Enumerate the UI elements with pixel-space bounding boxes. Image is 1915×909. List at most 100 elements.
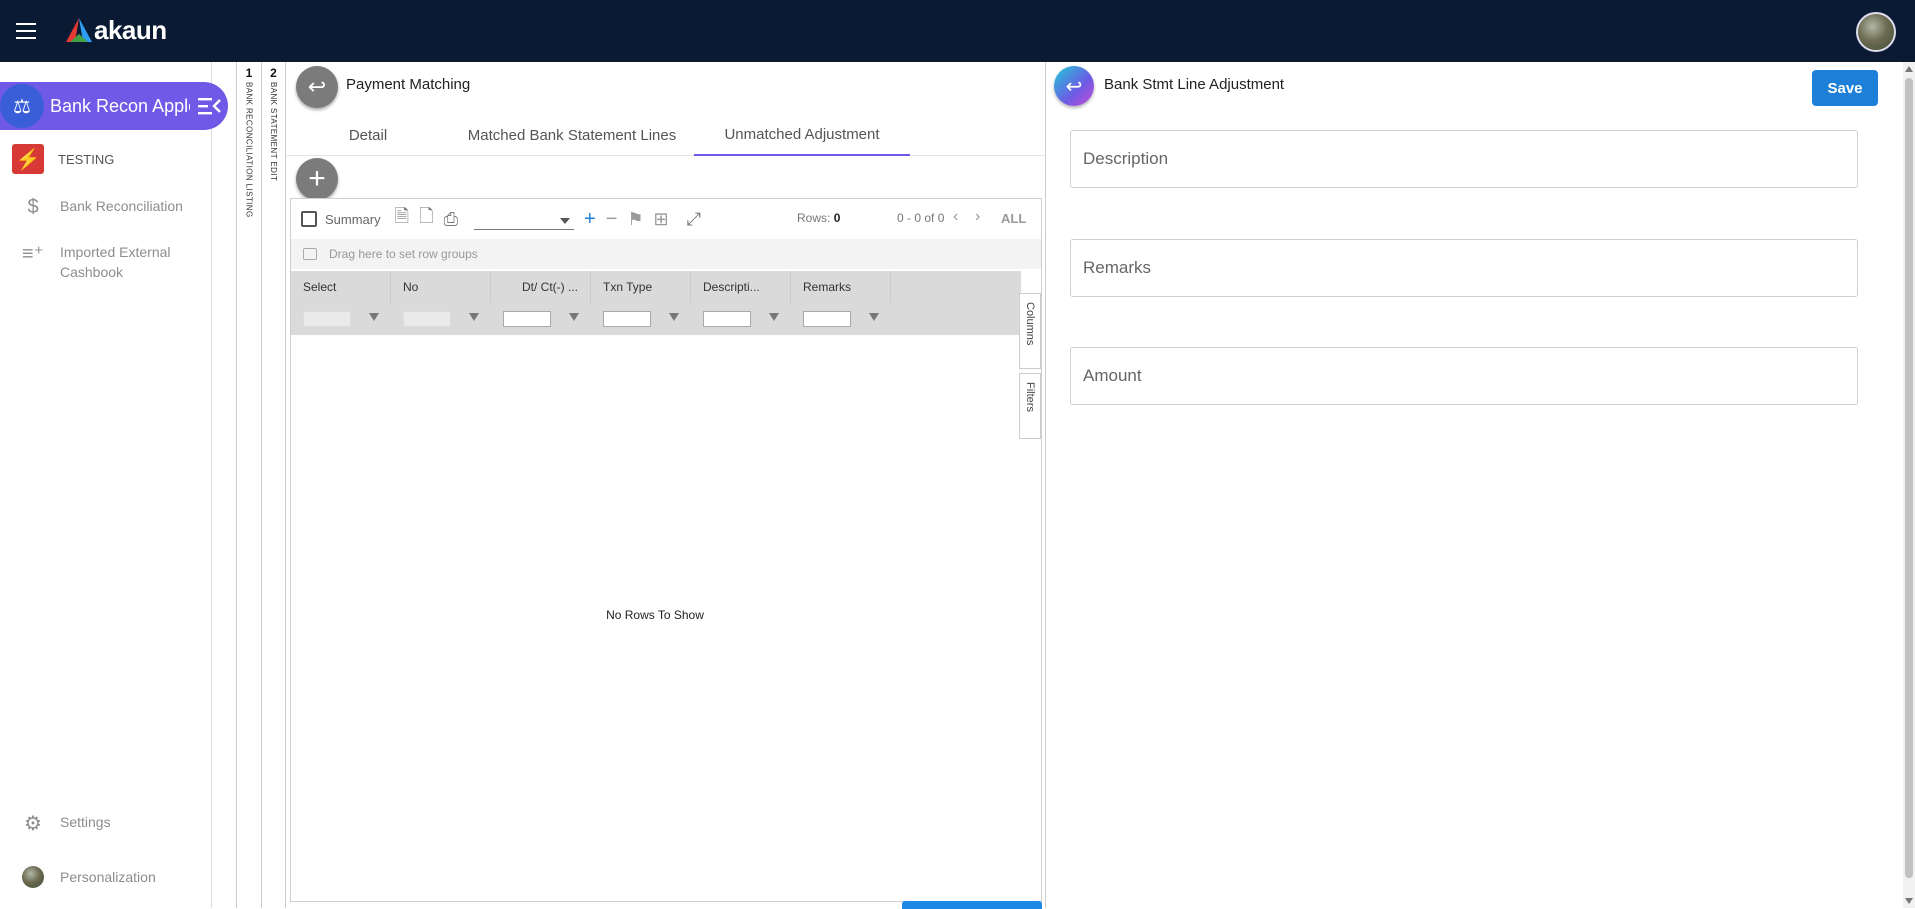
filter-funnel-icon[interactable] [569, 313, 579, 321]
bookmark-icon[interactable]: ⚑ [627, 209, 643, 230]
column-header[interactable]: Remarks [791, 271, 891, 303]
rows-count: Rows: 0 [797, 211, 841, 225]
menu-icon[interactable] [16, 23, 36, 39]
field-label: Remarks [1083, 258, 1152, 277]
collapse-all-icon[interactable]: − [606, 208, 618, 231]
filter-funnel-icon[interactable] [869, 313, 879, 321]
sidebar-item-settings[interactable]: ⚙ Settings [20, 812, 111, 835]
filter-input[interactable] [803, 311, 851, 327]
filter-input[interactable] [703, 311, 751, 327]
tab-number: 2 [270, 66, 277, 80]
expand-all-icon[interactable]: + [584, 208, 596, 231]
tab-number: 1 [245, 66, 253, 80]
bank-stmt-adjustment-panel: ↩ Bank Stmt Line Adjustment Save Descrip… [1045, 62, 1895, 908]
excel-export-icon[interactable]: 🗋 [419, 204, 433, 234]
tab-detail[interactable]: Detail [286, 114, 450, 156]
prev-page-icon[interactable]: ‹ [953, 208, 958, 226]
filter-funnel-icon[interactable] [669, 313, 679, 321]
panel-title: Payment Matching [346, 76, 471, 93]
grid-toolbar: Summary 🗎 🗋 ⎙ + − ⚑ ⊞ ⤢ Rows: 0 0 - 0 of… [291, 199, 1041, 239]
tab-matched-lines[interactable]: Matched Bank Statement Lines [450, 114, 694, 156]
user-avatar[interactable] [1856, 12, 1896, 52]
field-label: Amount [1083, 366, 1142, 385]
sidebar-item-personalization[interactable]: Personalization [20, 866, 156, 888]
page-scrollbar[interactable] [1903, 62, 1915, 908]
gear-icon: ⚙ [24, 812, 42, 835]
filter-input[interactable] [503, 311, 551, 327]
back-button[interactable]: ↩ [1054, 66, 1094, 106]
back-button[interactable]: ↩ [296, 66, 338, 108]
top-bar: akaun [0, 0, 1915, 62]
filter-cell [691, 303, 791, 335]
app-switcher[interactable]: ⚖ Bank Recon Apple [0, 82, 228, 130]
tab-label: BANK RECONCILIATION LISTING [244, 82, 254, 218]
filter-cell [591, 303, 691, 335]
grid-side-tabs: Columns Filters [1019, 271, 1041, 439]
grid-select-icon[interactable]: ⊞ [654, 209, 669, 230]
sidebar-item-label: TESTING [58, 152, 115, 167]
filter-funnel-icon[interactable] [469, 313, 479, 321]
field-label: Description [1083, 149, 1169, 168]
row-group-hint: Drag here to set row groups [329, 247, 478, 261]
logo-text: akaun [94, 14, 167, 45]
fullscreen-icon[interactable]: ⤢ [687, 209, 701, 230]
tab-bank-statement-edit[interactable]: 2 BANK STATEMENT EDIT [262, 62, 286, 908]
column-header[interactable]: No [391, 271, 491, 303]
columns-panel-tab[interactable]: Columns [1019, 293, 1041, 369]
next-page-icon[interactable]: › [975, 208, 980, 226]
data-grid: Summary 🗎 🗋 ⎙ + − ⚑ ⊞ ⤢ Rows: 0 0 - 0 of… [290, 198, 1042, 902]
tab-bar: Detail Matched Bank Statement Lines Unma… [286, 114, 1045, 156]
add-button[interactable]: + [296, 158, 338, 200]
scale-icon: ⚖ [0, 84, 44, 128]
scroll-down-icon[interactable] [1905, 898, 1913, 904]
payment-matching-panel: ↩ Payment Matching Detail Matched Bank S… [286, 62, 1045, 909]
row-group-drop-zone[interactable]: Drag here to set row groups [291, 239, 1041, 269]
scroll-thumb[interactable] [1905, 78, 1913, 878]
filter-funnel-icon[interactable] [769, 313, 779, 321]
sidebar-item-bank-reconciliation[interactable]: $ Bank Reconciliation [20, 196, 183, 218]
paging-summary: 0 - 0 of 0 [897, 211, 945, 225]
filter-input [403, 311, 451, 327]
summary-label: Summary [325, 211, 381, 227]
testing-app-icon: ⚡ [12, 144, 44, 174]
print-icon[interactable]: ⎙ [444, 209, 458, 230]
description-field[interactable]: Description [1070, 130, 1858, 188]
scroll-up-icon[interactable] [1905, 66, 1913, 72]
sidebar-item-label: Imported External Cashbook [60, 244, 171, 280]
empty-grid-message: No Rows To Show [606, 608, 704, 622]
sidebar: ⚖ Bank Recon Apple ⚡ TESTING $ Bank Reco… [0, 62, 228, 908]
filter-input[interactable] [603, 311, 651, 327]
filter-input [303, 311, 351, 327]
filter-funnel-icon[interactable] [369, 313, 379, 321]
tab-unmatched-adjustment[interactable]: Unmatched Adjustment [694, 114, 910, 156]
column-header[interactable]: Txn Type [591, 271, 691, 303]
filters-panel-tab[interactable]: Filters [1019, 373, 1041, 439]
amount-field[interactable]: Amount [1070, 347, 1858, 405]
csv-export-icon[interactable]: 🗎 [395, 204, 409, 234]
view-select[interactable] [474, 208, 574, 230]
playlist-add-icon: ≡⁺ [21, 242, 45, 265]
sidebar-item-imported-cashbook[interactable]: ≡⁺ Imported External Cashbook [20, 242, 180, 282]
plus-icon: + [308, 162, 326, 195]
sidebar-item-label: Bank Reconciliation [60, 198, 183, 214]
filter-cell [291, 303, 391, 335]
all-button[interactable]: ALL [1001, 211, 1026, 226]
akaun-logo-icon [66, 18, 92, 42]
collapse-menu-icon[interactable] [198, 97, 222, 115]
summary-checkbox[interactable] [301, 211, 317, 227]
avatar [20, 866, 46, 888]
back-arrow-icon: ↩ [307, 74, 327, 99]
app-name: Bank Recon Apple [50, 95, 190, 116]
sidebar-item-testing[interactable]: ⚡ TESTING [12, 144, 114, 174]
dollar-icon: $ [27, 195, 39, 218]
column-header[interactable]: Descripti... [691, 271, 791, 303]
filter-cell [791, 303, 891, 335]
panel-title: Bank Stmt Line Adjustment [1104, 76, 1285, 93]
column-header[interactable]: Select [291, 271, 391, 303]
akaun-logo[interactable]: akaun [66, 15, 167, 45]
column-header[interactable]: Dt/ Ct(-) ... [491, 271, 591, 303]
back-arrow-icon: ↩ [1065, 75, 1083, 98]
tab-bank-reconciliation-listing[interactable]: 1 BANK RECONCILIATION LISTING [236, 62, 262, 908]
remarks-field[interactable]: Remarks [1070, 239, 1858, 297]
save-button[interactable]: Save [1812, 70, 1878, 106]
